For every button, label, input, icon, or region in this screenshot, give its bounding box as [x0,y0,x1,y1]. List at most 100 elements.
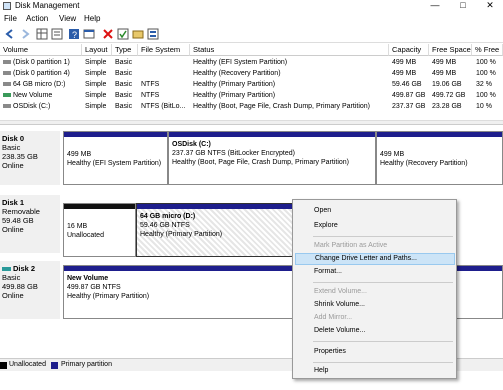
partition-body: 499 MB Healthy (Recovery Partition) [377,137,502,171]
disk-state: Online [2,291,24,300]
free-space-cell: 499.72 GB [432,92,466,99]
disk-type: Removable [2,207,40,216]
help-icon[interactable]: ? [68,28,80,40]
layout-cell: Simple [85,81,107,88]
file-system-cell: NTFS (BitLo... [141,103,186,110]
properties-icon[interactable] [147,28,159,40]
column-header-layout[interactable]: Layout [82,44,112,56]
volume-name-cell: (Disk 0 partition 4) [3,68,82,79]
status-cell: Healthy (Boot, Page File, Crash Dump, Pr… [193,103,371,110]
menu-item-mark-active[interactable]: Mark Partition as Active [295,240,455,252]
menu-item-add-mirror[interactable]: Add Mirror... [295,312,455,324]
pct-free-cell: 100 % [476,59,496,66]
menu-item-open[interactable]: Open [295,205,455,217]
partition-status: Unallocated [67,232,104,239]
menu-action[interactable]: Action [26,14,48,23]
removable-disk-icon [2,267,11,272]
disk-0-info[interactable]: Disk 0 Basic 238.35 GB Online [0,131,60,185]
menu-separator [313,282,453,283]
partition-size: 16 MB [67,223,88,230]
type-cell: Basic [115,59,133,66]
delete-icon[interactable] [102,28,114,40]
disk-size: 238.35 GB [2,152,38,161]
menu-separator [313,236,453,237]
legend-unallocated-label: Unallocated [9,361,46,368]
volume-drive-icon [3,71,11,76]
table-row[interactable]: 64 GB micro (D:) Simple Basic NTFS Healt… [0,79,503,90]
menu-item-extend-volume[interactable]: Extend Volume... [295,286,455,298]
window-title: Disk Management [15,1,80,10]
open-icon[interactable] [132,28,144,40]
type-cell: Basic [115,92,133,99]
table-row[interactable]: (Disk 0 partition 1) Simple Basic Health… [0,57,503,68]
partition-status: Healthy (Recovery Partition) [380,160,468,167]
disk-1-info[interactable]: Disk 1 Removable 59.48 GB Online [0,195,60,253]
disk-size: 59.48 GB [2,216,34,225]
volume-drive-icon [3,60,11,65]
partition-unallocated[interactable]: 16 MB Unallocated [63,203,136,257]
svg-text:?: ? [72,30,77,40]
minimize-button[interactable]: — [425,0,445,12]
grid-icon[interactable] [36,28,48,40]
column-header-status[interactable]: Status [190,44,389,56]
close-button[interactable]: ✕ [480,0,500,12]
volume-drive-icon [3,82,11,87]
layout-cell: Simple [85,70,107,77]
file-system-cell: NTFS [141,92,160,99]
table-row[interactable]: (Disk 0 partition 4) Simple Basic Health… [0,68,503,79]
menu-view[interactable]: View [59,14,76,23]
menu-item-properties[interactable]: Properties [295,346,455,358]
menu-bar: File Action View Help [0,12,503,25]
volume-name-cell: (Disk 0 partition 1) [3,57,82,68]
partition-size: 499 MB [67,151,92,158]
legend-primary-swatch [51,362,58,369]
table-row[interactable]: OSDisk (C:) Simple Basic NTFS (BitLo... … [0,101,503,112]
legend-unallocated-swatch [0,362,7,369]
back-icon[interactable] [4,28,16,40]
partition-status: Healthy (EFI System Partition) [67,160,162,167]
status-cell: Healthy (Primary Partition) [193,81,276,88]
pct-free-cell: 10 % [476,103,492,110]
partition-status: Healthy (Boot, Page File, Crash Dump, Pr… [172,159,350,166]
partition-64gb-micro-d[interactable]: 64 GB micro (D:) 59.46 GB NTFS Healthy (… [136,203,298,257]
menu-file[interactable]: File [4,14,17,23]
console-icon[interactable] [83,28,95,40]
column-header-pct-free[interactable]: % Free [472,44,503,56]
disk-size: 499.88 GB [2,282,38,291]
column-header-volume[interactable]: Volume [0,44,82,56]
toolbar: ? [0,25,503,43]
disk-management-app-icon [3,2,11,10]
table-row[interactable]: New Volume Simple Basic NTFS Healthy (Pr… [0,90,503,101]
list-icon[interactable] [51,28,63,40]
partition-body: 499 MB Healthy (EFI System Partition) [64,137,167,171]
menu-item-delete-volume[interactable]: Delete Volume... [295,325,455,337]
capacity-cell: 59.46 GB [392,81,422,88]
legend-primary-label: Primary partition [61,361,112,368]
free-space-cell: 23.28 GB [432,103,462,110]
column-header-type[interactable]: Type [112,44,138,56]
free-space-cell: 499 MB [432,70,457,77]
menu-help[interactable]: Help [84,14,100,23]
partition-body: OSDisk (C:) 237.37 GB NTFS (BitLocker En… [169,137,375,170]
check-icon[interactable] [117,28,129,40]
partition-efi-system[interactable]: 499 MB Healthy (EFI System Partition) [63,131,168,185]
volume-list: Volume Layout Type File System Status Ca… [0,44,503,120]
partition-recovery[interactable]: 499 MB Healthy (Recovery Partition) [376,131,503,185]
partition-title: 64 GB micro (D:) [140,213,196,220]
column-header-free-space[interactable]: Free Space [429,44,472,56]
disk-state: Online [2,161,24,170]
volume-drive-icon [3,104,11,109]
menu-item-shrink-volume[interactable]: Shrink Volume... [295,299,455,311]
menu-item-explore[interactable]: Explore [295,220,455,232]
menu-item-change-drive-letter[interactable]: Change Drive Letter and Paths... [295,253,455,265]
column-header-capacity[interactable]: Capacity [389,44,429,56]
menu-item-format[interactable]: Format... [295,266,455,278]
maximize-button[interactable]: □ [453,0,473,12]
volume-name-cell: 64 GB micro (D:) [3,79,82,90]
column-header-file-system[interactable]: File System [138,44,190,56]
menu-item-help[interactable]: Help [295,365,455,377]
disk-2-info[interactable]: Disk 2 Basic 499.88 GB Online [0,261,60,319]
pct-free-cell: 100 % [476,92,496,99]
forward-icon[interactable] [19,28,31,40]
partition-osdisk-c[interactable]: OSDisk (C:) 237.37 GB NTFS (BitLocker En… [168,131,376,185]
